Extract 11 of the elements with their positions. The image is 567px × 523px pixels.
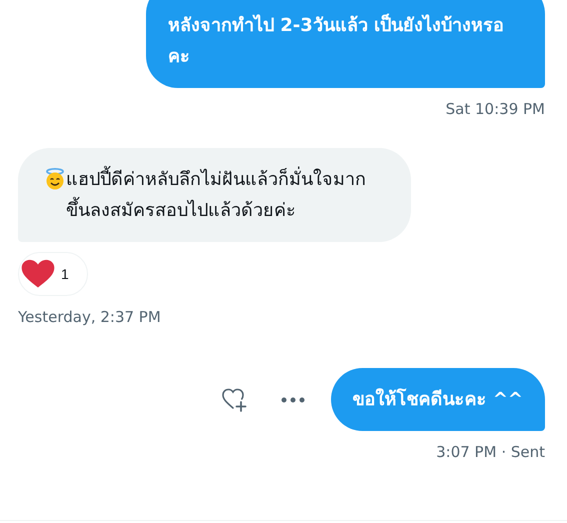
smiling-face-icon [44, 168, 66, 190]
reaction-pill[interactable]: 1 [18, 252, 88, 296]
heart-icon [21, 259, 55, 289]
message-text: หลังจากทำไป 2-3วันแล้ว เป็นยังไงบ้างหรอคะ [168, 12, 506, 69]
message-timestamp: 3:07 PM · Sent [436, 443, 545, 461]
message-text: ขอให้โชคดีนะคะ ^^ [352, 387, 523, 412]
more-icon [280, 396, 305, 402]
message-text: แฮปปี้ดีค่าหลับลึกไม่ฝันแล้วก็มั่นใจมากขึ้นลงสมัครสอบไปแล้วด้วยค่ะ [66, 164, 389, 226]
message-timestamp: Yesterday, 2:37 PM [18, 308, 161, 326]
heart-plus-icon [220, 386, 249, 412]
message-timestamp: Sat 10:39 PM [446, 100, 545, 118]
